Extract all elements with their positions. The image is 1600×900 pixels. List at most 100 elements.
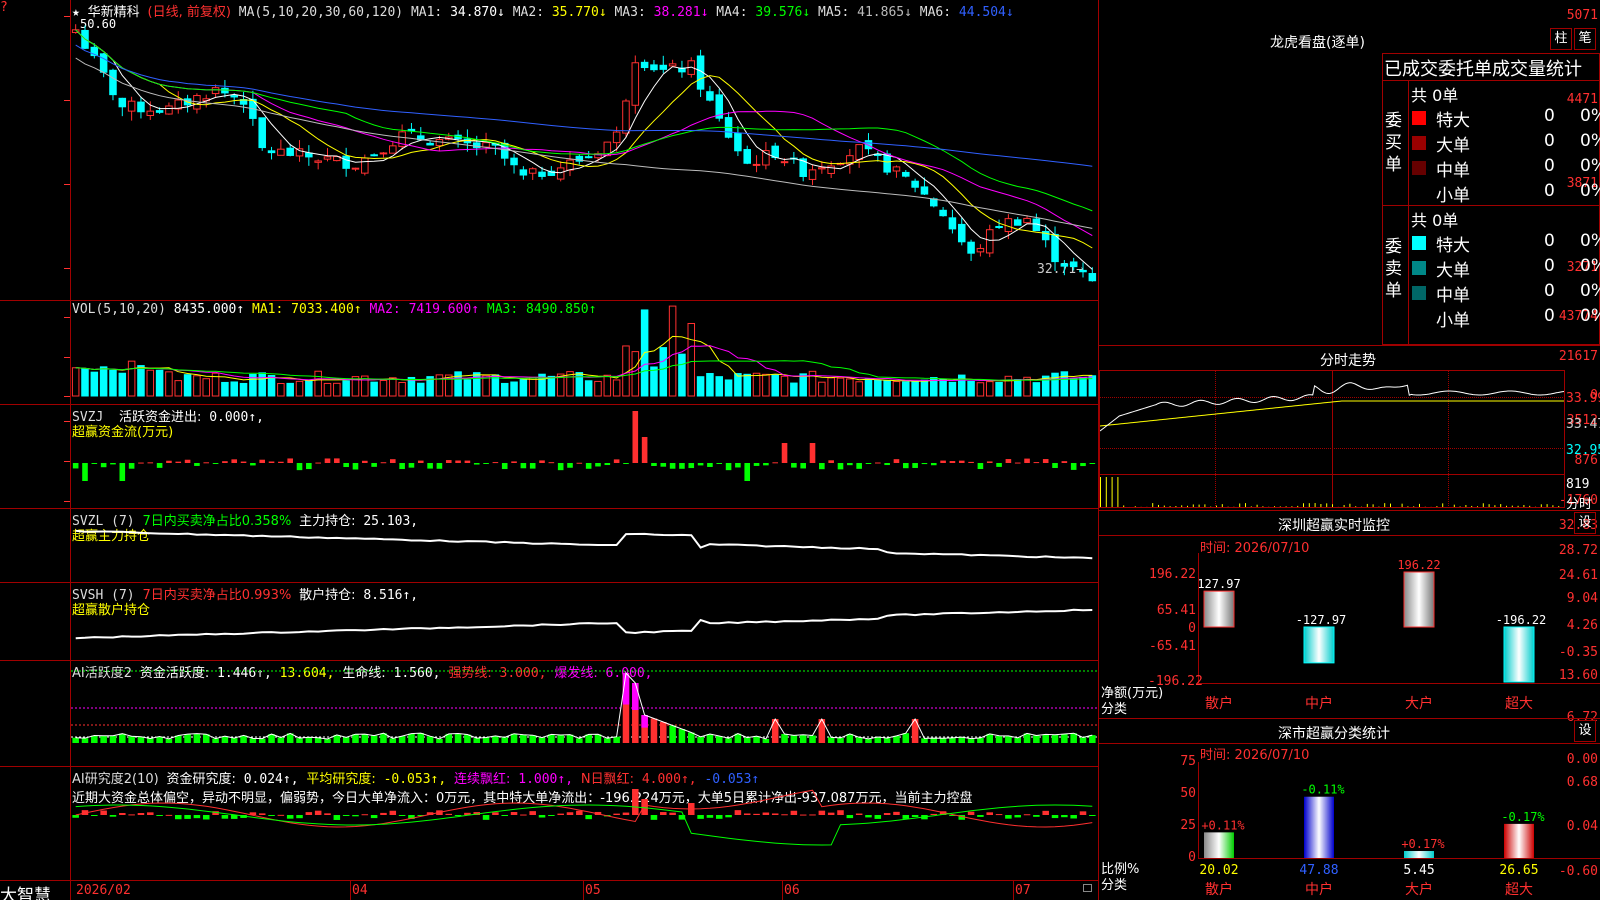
sz-monitor-chart[interactable]: 127.97 散户 -127.97 中户 196.22 大户 -196.22 超大 xyxy=(1199,553,1599,713)
research-bar xyxy=(930,813,938,815)
candle-body xyxy=(426,142,434,146)
intraday-volume-bar xyxy=(1407,506,1409,507)
order-color-swatch xyxy=(1412,111,1426,125)
fund-flow-bar xyxy=(371,463,377,467)
research-bar xyxy=(538,815,546,818)
fund-flow-bar xyxy=(520,463,527,469)
order-type: 中单 xyxy=(1436,161,1470,181)
intraday-volume-bar xyxy=(1506,505,1507,507)
candle-body xyxy=(1079,269,1087,273)
intraday-title: 分时走势 xyxy=(1320,353,1376,369)
research-bar xyxy=(576,810,583,815)
sz-class-chart[interactable]: +0.11% 20.02 散户 -0.11% 47.88 中户 +0.17% 5.45 大户 -0… xyxy=(1199,762,1599,900)
fund-flow-bar xyxy=(576,462,583,464)
net-amount-bar xyxy=(1403,571,1435,628)
fund-flow-bar xyxy=(958,460,965,463)
activity-bar xyxy=(958,737,966,743)
research-bar xyxy=(715,815,723,819)
activity-bar xyxy=(865,738,872,743)
research-bar xyxy=(258,813,266,815)
activity-bar xyxy=(538,737,546,743)
intraday-chart[interactable] xyxy=(1100,371,1564,507)
sz-class-x-label: 分类 xyxy=(1101,878,1128,893)
fund-flow-bar xyxy=(837,463,844,470)
research-bar xyxy=(324,813,331,815)
intraday-volume-bar xyxy=(1181,505,1183,507)
research-bar xyxy=(1042,810,1049,815)
main-holding-chart[interactable] xyxy=(71,509,1097,581)
tick-mode-button[interactable]: 笔 xyxy=(1574,28,1596,50)
candle-body xyxy=(1051,233,1059,263)
order-count: 0 xyxy=(1544,306,1555,326)
fund-flow-bar xyxy=(100,463,107,468)
menu-marker[interactable]: ? xyxy=(0,0,8,15)
fund-flow-bar xyxy=(632,411,639,463)
volume-chart[interactable] xyxy=(71,301,1097,403)
axis-label: 65.41 xyxy=(1156,603,1196,618)
volume-bar xyxy=(752,372,761,397)
candle-body xyxy=(967,241,975,254)
retail-holding-chart[interactable] xyxy=(71,583,1097,659)
activity-bar xyxy=(520,734,527,743)
fund-flow-bar xyxy=(669,463,676,469)
fund-flow-bar xyxy=(1005,459,1012,463)
activity-bar xyxy=(1061,734,1068,743)
candle-body xyxy=(640,61,649,69)
fund-flow-bar xyxy=(306,463,312,470)
sz-class-settings-button[interactable]: 设 xyxy=(1574,720,1596,742)
intraday-volume-bar xyxy=(1100,477,1101,507)
fund-flow-chart[interactable] xyxy=(71,405,1097,507)
research-bar xyxy=(221,815,229,819)
candle-body xyxy=(155,110,164,113)
research-bar xyxy=(1051,815,1059,819)
research-bar xyxy=(641,799,648,815)
divider xyxy=(1099,535,1600,536)
volume-bar xyxy=(379,379,388,397)
fund-flow-bar xyxy=(809,443,816,463)
lock-icon[interactable] xyxy=(1083,884,1092,892)
activity-bar xyxy=(1005,735,1012,743)
volume-bar xyxy=(575,372,584,397)
research-bar xyxy=(389,810,397,815)
activity-bar xyxy=(482,737,490,743)
intraday-volume-bar xyxy=(1123,505,1125,507)
intraday-volume-bar xyxy=(1320,504,1322,507)
ai-active-chart[interactable] xyxy=(71,661,1097,765)
candle-body xyxy=(1013,219,1022,226)
fund-flow-bar xyxy=(1052,463,1058,468)
research-bar xyxy=(781,814,788,816)
candle-body xyxy=(510,157,518,166)
research-bar xyxy=(669,812,676,815)
research-bar xyxy=(184,815,191,819)
activity-bar xyxy=(370,735,378,743)
intraday-volume-bar xyxy=(1297,505,1299,507)
research-bar xyxy=(1014,815,1021,818)
fund-flow-bar xyxy=(1024,458,1030,463)
volume-bar xyxy=(398,381,406,397)
research-bar xyxy=(100,810,107,815)
activity-bar xyxy=(1033,735,1040,743)
bar-mode-button[interactable]: 柱 xyxy=(1550,28,1572,50)
fund-flow-bar xyxy=(968,461,974,463)
volume-bar xyxy=(454,371,462,397)
volume-bar xyxy=(305,379,313,397)
fund-flow-bar xyxy=(138,462,144,464)
activity-bar xyxy=(342,737,350,743)
candlestick-chart[interactable] xyxy=(71,14,1097,299)
ai-research-chart[interactable] xyxy=(71,767,1097,879)
candle-body xyxy=(911,180,919,188)
volume-bar xyxy=(836,377,845,397)
volume-bar xyxy=(342,380,350,397)
activity-bar xyxy=(930,738,938,743)
category-label: 散户 xyxy=(1205,695,1233,712)
activity-bar xyxy=(249,738,257,743)
intraday-volume-bar xyxy=(1111,477,1113,507)
intraday-volume-bar xyxy=(1355,506,1357,507)
intraday-volume-bar xyxy=(1517,505,1519,507)
activity-bar xyxy=(165,738,173,743)
fund-flow-bar xyxy=(557,463,564,471)
fund-flow-bar xyxy=(1089,463,1096,464)
sz-monitor-settings-button[interactable]: 设 xyxy=(1574,512,1596,534)
volume-bar xyxy=(267,374,276,397)
intraday-volume-bar xyxy=(1158,504,1159,507)
